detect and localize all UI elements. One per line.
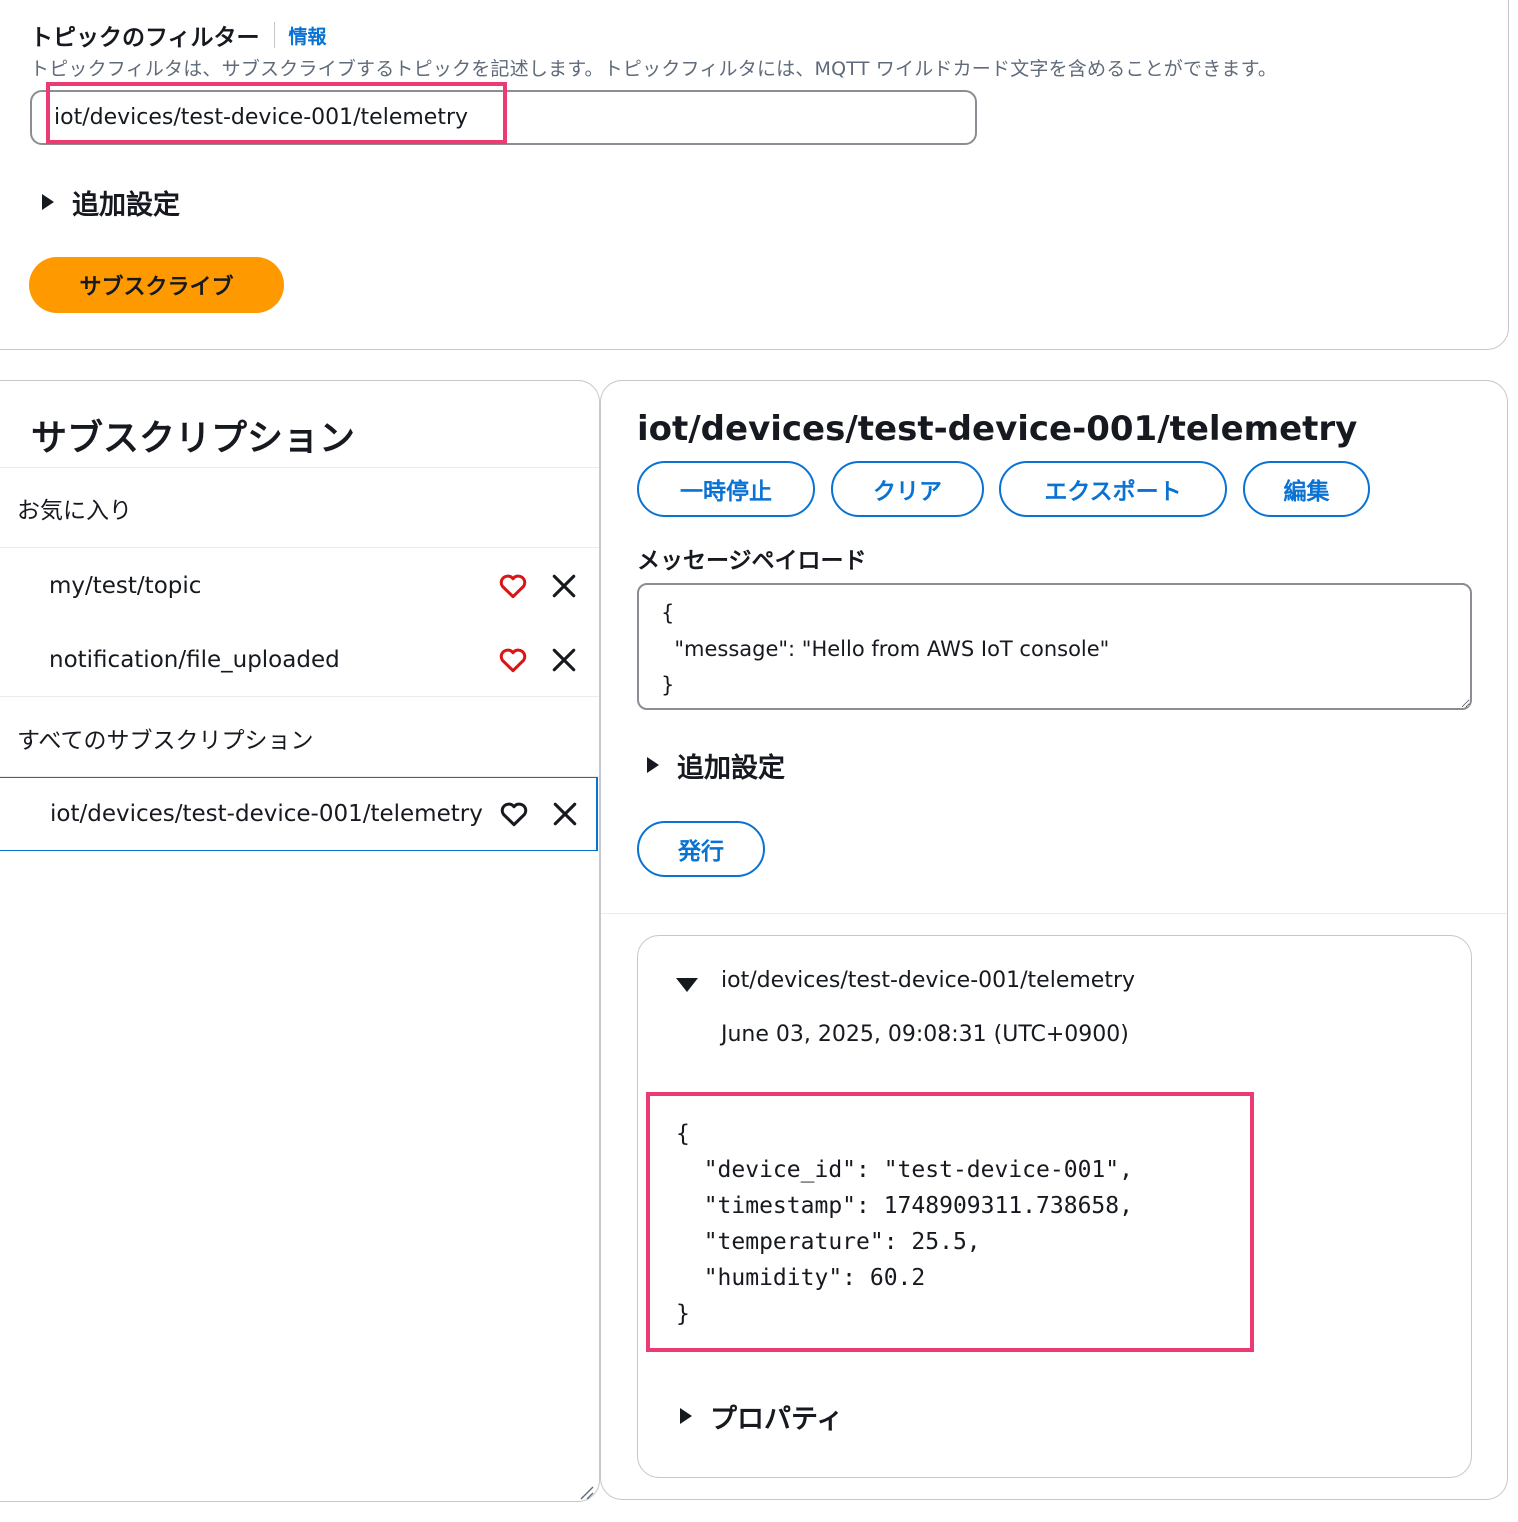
topic-filter-header: トピックのフィルター 情報	[30, 20, 327, 51]
subscription-topic: notification/file_uploaded	[49, 647, 340, 673]
close-icon[interactable]	[551, 573, 577, 599]
info-link[interactable]: 情報	[289, 22, 327, 49]
message-payload-label: メッセージペイロード	[637, 548, 867, 574]
divider	[0, 547, 599, 548]
message-topic: iot/devices/test-device-001/telemetry	[721, 968, 1136, 993]
topic-filter-input[interactable]	[30, 90, 977, 145]
subscription-item-selected[interactable]: iot/devices/test-device-001/telemetry	[0, 777, 598, 851]
favorites-group-label: お気に入り	[17, 498, 132, 524]
message-collapse-toggle[interactable]	[676, 970, 698, 1000]
properties-expander[interactable]: プロパティ	[680, 1398, 844, 1435]
message-timestamp: June 03, 2025, 09:08:31 (UTC+0900)	[721, 1022, 1129, 1047]
additional-settings-expander[interactable]: 追加設定	[42, 184, 180, 221]
publish-additional-settings-expander[interactable]: 追加設定	[647, 747, 785, 784]
resize-handle-icon[interactable]	[578, 1484, 594, 1500]
additional-settings-label: 追加設定	[677, 752, 785, 784]
caret-down-icon	[676, 978, 698, 992]
subscription-topic: my/test/topic	[49, 573, 202, 599]
message-payload-json: { "device_id": "test-device-001", "times…	[676, 1121, 1133, 1327]
pause-button[interactable]: 一時停止	[637, 461, 815, 517]
subscription-topic: iot/devices/test-device-001/telemetry	[50, 801, 483, 827]
close-icon[interactable]	[551, 647, 577, 673]
additional-settings-label: 追加設定	[72, 189, 180, 221]
selected-topic-title: iot/devices/test-device-001/telemetry	[637, 409, 1358, 449]
heart-icon[interactable]	[499, 799, 529, 829]
topic-filter-description: トピックフィルタは、サブスクライブするトピックを記述します。トピックフィルタには…	[30, 58, 1278, 80]
divider	[0, 696, 599, 697]
publish-button[interactable]: 発行	[637, 821, 765, 877]
close-icon[interactable]	[552, 801, 578, 827]
caret-right-icon	[647, 757, 659, 773]
subscriptions-title: サブスクリプション	[31, 418, 356, 459]
subscription-item[interactable]: my/test/topic	[0, 556, 598, 616]
subscriptions-panel: サブスクリプション お気に入り my/test/topic notificati…	[0, 380, 600, 1502]
caret-right-icon	[680, 1408, 692, 1424]
export-button[interactable]: エクスポート	[999, 461, 1227, 517]
subscribe-button[interactable]: サブスクライブ	[29, 257, 284, 313]
caret-right-icon	[42, 194, 54, 210]
properties-label: プロパティ	[710, 1403, 844, 1435]
topic-detail-panel: iot/devices/test-device-001/telemetry 一時…	[600, 380, 1508, 1500]
heart-icon[interactable]	[498, 645, 528, 675]
subscription-item[interactable]: notification/file_uploaded	[0, 630, 598, 690]
all-subscriptions-group-label: すべてのサブスクリプション	[17, 728, 314, 754]
heart-icon[interactable]	[498, 571, 528, 601]
topic-filter-title: トピックのフィルター	[30, 25, 260, 51]
message-payload-input[interactable]: { "message": "Hello from AWS IoT console…	[637, 583, 1472, 710]
received-message-card: iot/devices/test-device-001/telemetry Ju…	[637, 935, 1472, 1478]
divider	[601, 913, 1507, 914]
divider	[0, 467, 599, 468]
header-divider	[273, 22, 275, 48]
edit-button[interactable]: 編集	[1243, 461, 1370, 517]
clear-button[interactable]: クリア	[831, 461, 984, 517]
